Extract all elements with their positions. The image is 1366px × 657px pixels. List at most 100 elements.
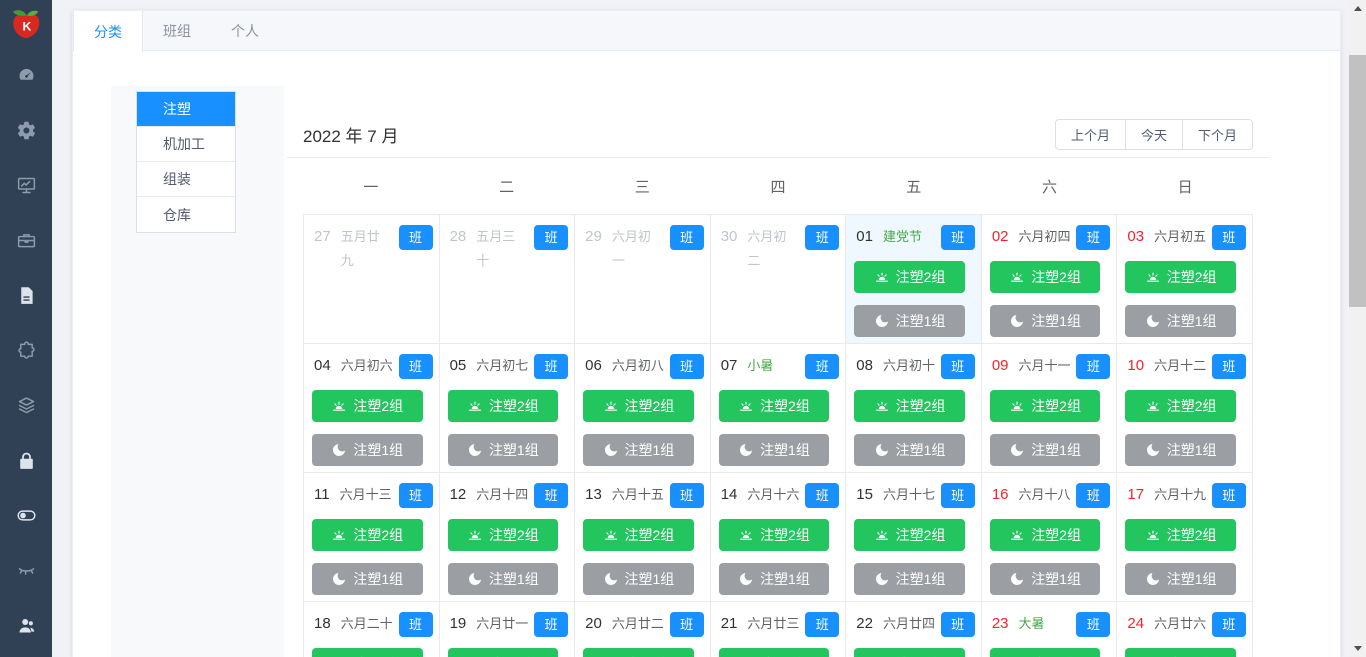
day-shift-button[interactable]: 注塑2组 <box>312 519 423 551</box>
sidebar-item-toggle-icon[interactable] <box>0 488 52 543</box>
category-item-0[interactable]: 注塑 <box>137 92 235 127</box>
tab-personal[interactable]: 个人 <box>211 11 279 50</box>
sidebar-item-layers-icon[interactable] <box>0 378 52 433</box>
today-button[interactable]: 今天 <box>1124 118 1183 150</box>
sidebar-item-document-icon[interactable] <box>0 268 52 323</box>
shift-badge-button[interactable]: 班 <box>1076 225 1111 250</box>
day-shift-button[interactable]: 注塑2组 <box>1125 519 1236 551</box>
day-shift-button[interactable]: 注塑2组 <box>989 261 1101 293</box>
day-shift-button[interactable]: 注塑2组 <box>718 648 830 657</box>
day-shift-button[interactable]: 注塑2组 <box>583 648 694 657</box>
cell-day-number: 10 <box>1127 357 1145 374</box>
sidebar-item-briefcase-icon[interactable] <box>0 213 52 268</box>
cell-day-number: 03 <box>1127 228 1145 245</box>
day-shift-button[interactable]: 注塑2组 <box>583 519 694 551</box>
day-shift-button[interactable]: 注塑2组 <box>854 261 965 293</box>
day-shift-button[interactable]: 注塑2组 <box>718 390 830 422</box>
shift-badge-button[interactable]: 班 <box>534 612 569 637</box>
sidebar-item-users-icon[interactable] <box>0 598 52 653</box>
shift-badge-button[interactable]: 班 <box>669 612 704 637</box>
shift-badge-button[interactable]: 班 <box>940 354 975 379</box>
shift-badge-button[interactable]: 班 <box>534 354 569 379</box>
day-shift-button[interactable]: 注塑2组 <box>854 519 965 551</box>
night-shift-button[interactable]: 注塑1组 <box>854 563 965 595</box>
shift-badge-button[interactable]: 班 <box>1076 612 1111 637</box>
sidebar-item-eye-closed-icon[interactable] <box>0 543 52 598</box>
day-shift-button[interactable]: 注塑2组 <box>989 390 1101 422</box>
shift-badge-button[interactable]: 班 <box>1211 354 1246 379</box>
night-shift-button[interactable]: 注塑1组 <box>718 434 830 466</box>
cell-lunar-label: 六月十六 <box>747 487 800 502</box>
night-shift-button[interactable]: 注塑1组 <box>1125 305 1236 337</box>
shift-badge-button[interactable]: 班 <box>534 483 569 508</box>
shift-badge-button[interactable]: 班 <box>1211 225 1246 250</box>
sidebar-item-dashboard-icon[interactable] <box>0 48 52 103</box>
night-shift-button[interactable]: 注塑1组 <box>312 434 423 466</box>
night-shift-button[interactable]: 注塑1组 <box>718 563 830 595</box>
scrollbar-down-arrow[interactable] <box>1349 640 1366 657</box>
cell-header: 20 六月廿二班 <box>585 612 704 637</box>
shift-badge-button[interactable]: 班 <box>398 225 433 250</box>
shift-badge-button[interactable]: 班 <box>805 225 840 250</box>
tab-category[interactable]: 分类 <box>73 11 143 52</box>
shift-badge-button[interactable]: 班 <box>669 483 704 508</box>
shift-badge-button[interactable]: 班 <box>398 483 433 508</box>
day-shift-button[interactable]: 注塑2组 <box>447 519 559 551</box>
day-shift-button[interactable]: 注塑2组 <box>447 390 559 422</box>
night-shift-button[interactable]: 注塑1组 <box>583 563 694 595</box>
shift-badge-button[interactable]: 班 <box>940 225 975 250</box>
day-shift-button[interactable]: 注塑2组 <box>312 390 423 422</box>
day-shift-button[interactable]: 注塑2组 <box>312 648 423 657</box>
day-shift-button[interactable]: 注塑2组 <box>583 390 694 422</box>
night-shift-button[interactable]: 注塑1组 <box>1125 563 1236 595</box>
night-shift-button[interactable]: 注塑1组 <box>447 563 559 595</box>
night-shift-button[interactable]: 注塑1组 <box>312 563 423 595</box>
night-shift-button[interactable]: 注塑1组 <box>989 434 1101 466</box>
shift-badge-button[interactable]: 班 <box>1211 612 1246 637</box>
night-shift-button[interactable]: 注塑1组 <box>583 434 694 466</box>
night-shift-button[interactable]: 注塑1组 <box>1125 434 1236 466</box>
day-shift-button[interactable]: 注塑2组 <box>1125 648 1236 657</box>
shift-badge-button[interactable]: 班 <box>805 612 840 637</box>
shift-badge-button[interactable]: 班 <box>1211 483 1246 508</box>
night-shift-button[interactable]: 注塑1组 <box>854 305 965 337</box>
shift-badge-button[interactable]: 班 <box>669 225 704 250</box>
category-item-2[interactable]: 组装 <box>137 162 235 197</box>
night-shift-button[interactable]: 注塑1组 <box>854 434 965 466</box>
sidebar-item-plugin-puzzle-icon[interactable] <box>0 323 52 378</box>
sidebar-item-lock-icon[interactable] <box>0 433 52 488</box>
scrollbar-thumb[interactable] <box>1349 55 1366 307</box>
tab-team[interactable]: 班组 <box>143 11 211 50</box>
day-shift-button[interactable]: 注塑2组 <box>854 648 965 657</box>
shift-badge-button[interactable]: 班 <box>534 225 569 250</box>
scrollbar-up-arrow[interactable] <box>1349 0 1366 17</box>
night-shift-button[interactable]: 注塑1组 <box>447 434 559 466</box>
shift-badge-button[interactable]: 班 <box>669 354 704 379</box>
night-shift-button[interactable]: 注塑1组 <box>989 305 1101 337</box>
shift-badge-button[interactable]: 班 <box>940 612 975 637</box>
sidebar-item-settings-gear-icon[interactable] <box>0 103 52 158</box>
shift-badge-button[interactable]: 班 <box>805 354 840 379</box>
shift-badge-button[interactable]: 班 <box>398 354 433 379</box>
category-item-1[interactable]: 机加工 <box>137 127 235 162</box>
day-shift-button[interactable]: 注塑2组 <box>1125 390 1236 422</box>
page-scrollbar[interactable] <box>1349 0 1366 657</box>
day-shift-button[interactable]: 注塑2组 <box>854 390 965 422</box>
shift-badge-button[interactable]: 班 <box>1076 483 1111 508</box>
shift-label: 注塑1组 <box>1166 571 1217 587</box>
category-item-3[interactable]: 仓库 <box>137 197 235 232</box>
day-shift-button[interactable]: 注塑2组 <box>989 648 1101 657</box>
shift-badge-button[interactable]: 班 <box>1076 354 1111 379</box>
shift-badge-button[interactable]: 班 <box>398 612 433 637</box>
shift-badge-button[interactable]: 班 <box>805 483 840 508</box>
day-shift-button[interactable]: 注塑2组 <box>447 648 559 657</box>
next-month-button[interactable]: 下个月 <box>1181 118 1253 150</box>
prev-month-button[interactable]: 上个月 <box>1054 118 1126 150</box>
shift-badge-button[interactable]: 班 <box>940 483 975 508</box>
day-shift-button[interactable]: 注塑2组 <box>718 519 830 551</box>
cell-day-number: 19 <box>449 615 467 632</box>
day-shift-button[interactable]: 注塑2组 <box>989 519 1101 551</box>
day-shift-button[interactable]: 注塑2组 <box>1125 261 1236 293</box>
night-shift-button[interactable]: 注塑1组 <box>989 563 1101 595</box>
sidebar-item-monitor-chart-icon[interactable] <box>0 158 52 213</box>
